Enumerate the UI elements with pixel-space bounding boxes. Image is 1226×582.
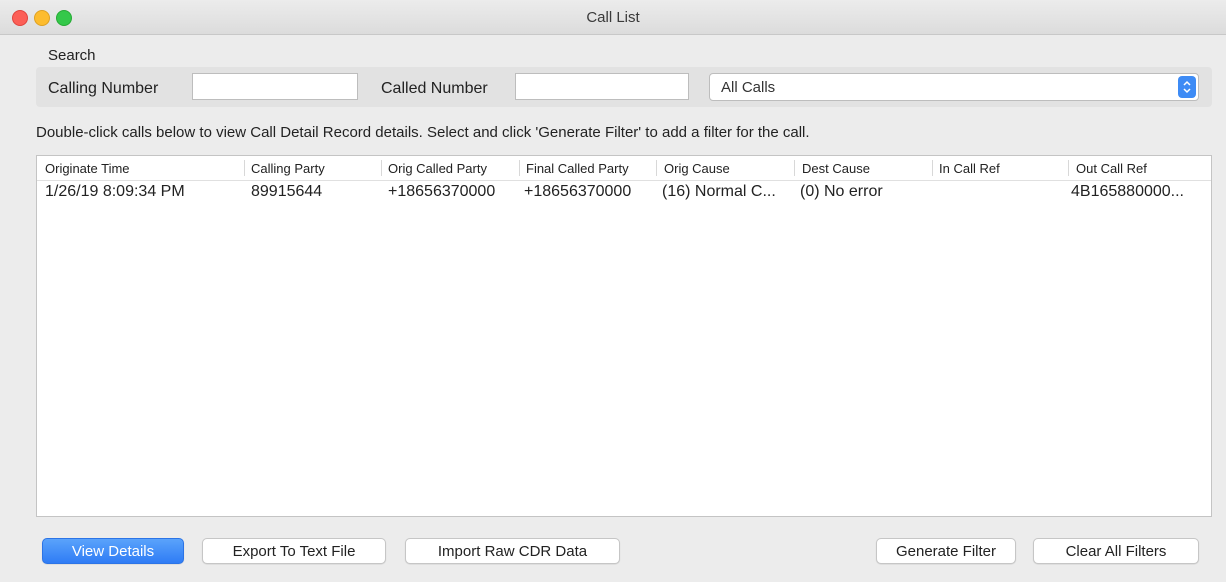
call-type-selected-value: All Calls [721,79,776,96]
title-bar: Call List [0,0,1226,35]
column-divider [1068,160,1069,176]
column-divider [656,160,657,176]
calling-number-input[interactable] [192,73,358,100]
column-header-calling-party[interactable]: Calling Party [251,161,325,176]
column-header-final-called-party[interactable]: Final Called Party [526,161,629,176]
cell-orig-called-party: +18656370000 [388,183,496,200]
generate-filter-button[interactable]: Generate Filter [876,538,1016,564]
view-details-button[interactable]: View Details [42,538,184,564]
cell-out-call-ref: 4B165880000... [1071,183,1184,200]
instructions-text: Double-click calls below to view Call De… [36,124,810,141]
column-header-in-call-ref[interactable]: In Call Ref [939,161,1000,176]
column-header-orig-cause[interactable]: Orig Cause [664,161,730,176]
call-type-select[interactable]: All Calls [709,73,1199,101]
cell-dest-cause: (0) No error [800,183,883,200]
calling-number-label: Calling Number [48,80,159,97]
column-divider [381,160,382,176]
clear-all-filters-button[interactable]: Clear All Filters [1033,538,1199,564]
search-section-label: Search [48,47,96,64]
window-title: Call List [586,9,640,26]
called-number-input[interactable] [515,73,689,100]
call-list-window: Call List Search Calling Number Called N… [0,0,1226,582]
column-header-dest-cause[interactable]: Dest Cause [802,161,870,176]
column-header-originate-time[interactable]: Originate Time [45,161,130,176]
import-raw-cdr-data-button[interactable]: Import Raw CDR Data [405,538,620,564]
cell-calling-party: 89915644 [251,183,323,200]
table-row[interactable]: 1/26/19 8:09:34 PM 89915644 +18656370000… [37,181,1211,203]
column-divider [932,160,933,176]
chevron-up-down-icon [1178,76,1196,98]
call-list-table[interactable]: Originate Time Calling Party Orig Called… [36,155,1212,517]
cell-originate-time: 1/26/19 8:09:34 PM [45,183,185,200]
column-header-orig-called-party[interactable]: Orig Called Party [388,161,487,176]
called-number-label: Called Number [381,80,488,97]
cell-final-called-party: +18656370000 [524,183,632,200]
cell-orig-cause: (16) Normal C... [662,183,776,200]
table-header: Originate Time Calling Party Orig Called… [37,156,1211,181]
column-divider [519,160,520,176]
export-to-text-file-button[interactable]: Export To Text File [202,538,386,564]
column-header-out-call-ref[interactable]: Out Call Ref [1076,161,1147,176]
column-divider [794,160,795,176]
column-divider [244,160,245,176]
